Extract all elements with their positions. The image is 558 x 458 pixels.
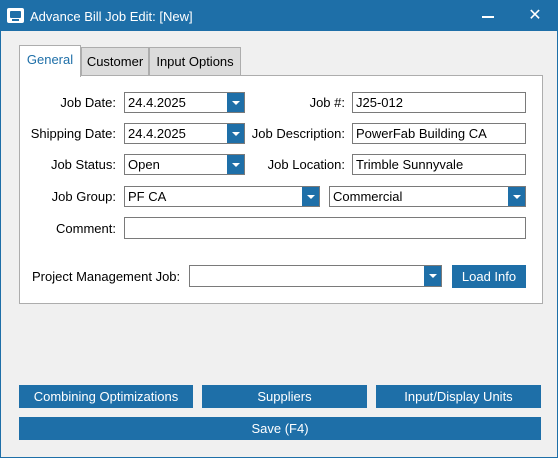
job-group-secondary-value: Commercial (333, 189, 403, 204)
job-description-field[interactable]: PowerFab Building CA (352, 123, 526, 144)
project-management-job-label: Project Management Job: (32, 269, 181, 284)
job-date-dropdown-icon[interactable] (227, 93, 244, 112)
close-icon[interactable]: ✕ (523, 5, 547, 27)
tab-input-options[interactable]: Input Options (149, 47, 241, 77)
shipping-date-label: Shipping Date: (30, 126, 116, 141)
comment-field[interactable] (124, 217, 526, 239)
suppliers-button[interactable]: Suppliers (202, 385, 367, 408)
tab-customer[interactable]: Customer (81, 47, 149, 77)
job-group-secondary-dropdown-icon[interactable] (508, 187, 525, 206)
shipping-date-value: 24.4.2025 (128, 126, 186, 141)
job-date-label: Job Date: (60, 95, 116, 110)
job-status-dropdown-icon[interactable] (227, 155, 244, 174)
job-status-select[interactable]: Open (124, 154, 245, 175)
shipping-date-dropdown-icon[interactable] (227, 124, 244, 143)
job-group-dropdown-icon[interactable] (302, 187, 319, 206)
job-group-secondary-select[interactable]: Commercial (329, 186, 526, 207)
project-management-job-select[interactable] (189, 265, 442, 287)
job-status-value: Open (128, 157, 160, 172)
project-management-job-dropdown-icon[interactable] (424, 266, 441, 286)
job-description-label: Job Description: (251, 126, 345, 141)
save-button[interactable]: Save (F4) (19, 417, 541, 440)
minimize-icon[interactable] (476, 5, 500, 27)
job-group-label: Job Group: (51, 189, 116, 204)
job-date-picker[interactable]: 24.4.2025 (124, 92, 245, 113)
shipping-date-picker[interactable]: 24.4.2025 (124, 123, 245, 144)
title-bar[interactable]: Advance Bill Job Edit: [New] ✕ (1, 1, 557, 31)
job-edit-window: Advance Bill Job Edit: [New] ✕ General C… (0, 0, 558, 458)
job-number-label: Job #: (309, 95, 345, 110)
input-display-units-button[interactable]: Input/Display Units (376, 385, 541, 408)
job-location-label: Job Location: (267, 157, 345, 172)
tab-general[interactable]: General (19, 45, 81, 77)
combining-optimizations-button[interactable]: Combining Optimizations (19, 385, 193, 408)
app-icon (7, 8, 24, 23)
window-title: Advance Bill Job Edit: [New] (30, 9, 193, 24)
load-info-button[interactable]: Load Info (452, 265, 526, 288)
job-date-value: 24.4.2025 (128, 95, 186, 110)
job-location-field[interactable]: Trimble Sunnyvale (352, 154, 526, 175)
job-group-select[interactable]: PF CA (124, 186, 320, 207)
comment-label: Comment: (56, 221, 116, 236)
job-number-field[interactable]: J25-012 (352, 92, 526, 113)
job-status-label: Job Status: (50, 157, 116, 172)
job-group-value: PF CA (128, 189, 167, 204)
